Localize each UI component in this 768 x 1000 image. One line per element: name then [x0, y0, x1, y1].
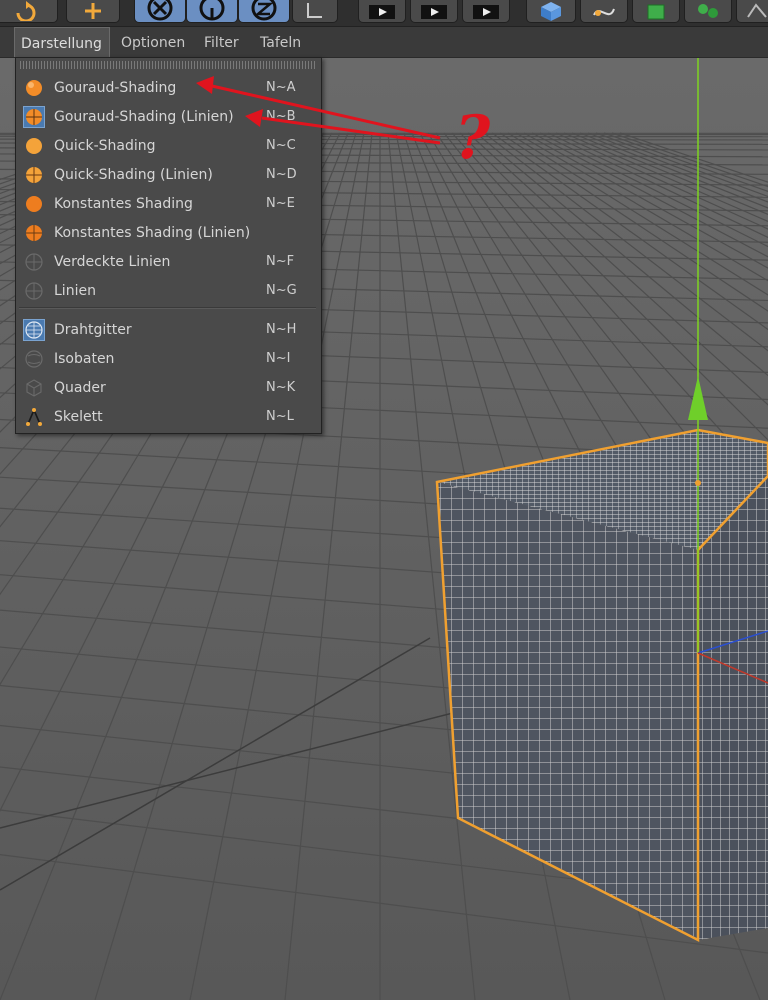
array-button[interactable] [684, 0, 732, 23]
box-icon [26, 379, 42, 397]
isoparms-icon [25, 350, 43, 368]
menu-item-konstantes-shading[interactable]: Konstantes Shading N~E [16, 189, 321, 218]
menu-filter[interactable]: Filter [204, 27, 239, 57]
move-icon [85, 3, 101, 19]
sphere-constant-icon [26, 196, 42, 212]
render-clapper-icon [473, 5, 499, 19]
rotate-tool-button[interactable] [0, 0, 58, 23]
menu-item-quick-shading-linien[interactable]: Quick-Shading (Linien) N~D [16, 160, 321, 189]
z-axis-lock-button[interactable] [238, 0, 290, 23]
menu-item-drahtgitter[interactable]: Drahtgitter N~H [16, 315, 321, 344]
skeleton-icon [26, 408, 42, 426]
tear-off-grip[interactable] [20, 61, 315, 69]
menu-item-quader[interactable]: Quader N~K [16, 373, 321, 402]
menu-item-gouraud-shading-linien[interactable]: Gouraud-Shading (Linien) N~B [16, 102, 321, 131]
spline-pen-button[interactable] [580, 0, 628, 23]
menu-item-skelett[interactable]: Skelett N~L [16, 402, 321, 431]
sphere-shaded-icon [26, 80, 42, 96]
render-clapper-icon [421, 5, 447, 19]
sphere-lines-icon [23, 106, 45, 128]
menu-separator [19, 307, 316, 309]
y-axis-lock-button[interactable] [186, 0, 238, 23]
render-clapper-icon [369, 5, 395, 19]
spline-pen-icon [593, 8, 615, 16]
deformer-icon [747, 3, 767, 18]
menu-item-quick-shading[interactable]: Quick-Shading N~C [16, 131, 321, 160]
viewport-menu-bar: Darstellung Optionen Filter Tafeln [0, 27, 768, 58]
menu-item-verdeckte-linien[interactable]: Verdeckte Linien N~F [16, 247, 321, 276]
render-view-button[interactable] [358, 0, 406, 23]
array-icon [698, 4, 718, 18]
menu-item-linien[interactable]: Linien N~G [16, 276, 321, 305]
menu-item-gouraud-shading[interactable]: Gouraud-Shading N~A [16, 73, 321, 102]
deformer-button[interactable] [736, 0, 768, 23]
hidden-lines-icon [25, 253, 43, 271]
cube-icon [541, 2, 561, 21]
move-tool-button[interactable] [66, 0, 120, 23]
x-axis-lock-button[interactable] [134, 0, 186, 23]
coordinate-system-icon [307, 3, 322, 18]
cube-primitive-button[interactable] [526, 0, 576, 23]
toolbar [0, 0, 768, 27]
menu-item-konstantes-shading-linien[interactable]: Konstantes Shading (Linien) [16, 218, 321, 247]
subdivision-surface-button[interactable] [632, 0, 680, 23]
x-axis-icon [147, 0, 173, 21]
render-picture-viewer-button[interactable] [410, 0, 458, 23]
menu-optionen[interactable]: Optionen [121, 27, 185, 57]
rotate-icon [16, 1, 36, 21]
menu-darstellung[interactable]: Darstellung [14, 27, 110, 57]
menu-item-isobaten[interactable]: Isobaten N~I [16, 344, 321, 373]
coordinate-system-button[interactable] [292, 0, 338, 23]
menu-tafeln[interactable]: Tafeln [260, 27, 301, 57]
subdivision-icon [647, 4, 665, 20]
y-axis-icon [199, 0, 225, 21]
sphere-quick-icon [26, 138, 42, 154]
z-axis-icon [251, 0, 277, 21]
sphere-quick-lines-icon [26, 167, 42, 183]
render-settings-button[interactable] [462, 0, 510, 23]
wireframe-icon [23, 319, 45, 341]
sphere-constant-lines-icon [26, 225, 42, 241]
lines-icon [25, 282, 43, 300]
darstellung-dropdown-menu: Gouraud-Shading N~A Gouraud-Shading (Lin… [15, 57, 322, 434]
